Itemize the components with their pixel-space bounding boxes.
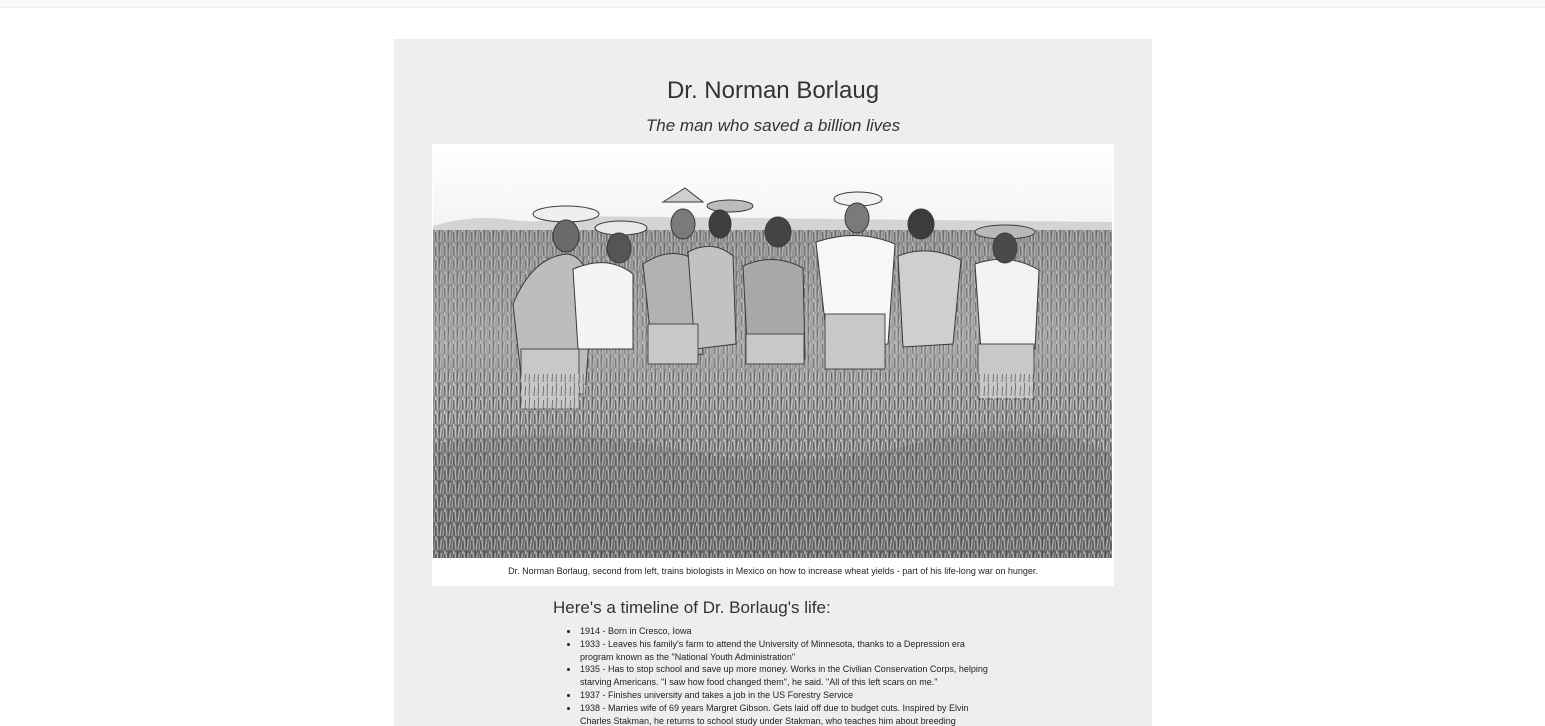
figure-caption: Dr. Norman Borlaug, second from left, tr…	[508, 566, 1038, 576]
timeline-item: 1938 - Marries wife of 69 years Margret …	[553, 702, 993, 726]
main-card: Dr. Norman Borlaug The man who saved a b…	[394, 39, 1152, 726]
timeline-item: 1933 - Leaves his family's farm to atten…	[553, 638, 993, 664]
top-bar	[0, 0, 1545, 8]
timeline-section: Here's a timeline of Dr. Borlaug's life:…	[553, 598, 993, 726]
page-title: Dr. Norman Borlaug	[666, 77, 880, 104]
figure: Dr. Norman Borlaug, second from left, tr…	[432, 144, 1114, 586]
page-subtitle: The man who saved a billion lives	[645, 116, 901, 135]
timeline-item: 1914 - Born in Cresco, Iowa	[553, 625, 993, 638]
timeline-list: 1914 - Born in Cresco, Iowa 1933 - Leave…	[553, 625, 993, 726]
timeline-item: 1935 - Has to stop school and save up mo…	[553, 663, 993, 689]
timeline-item: 1937 - Finishes university and takes a j…	[553, 689, 993, 702]
timeline-heading: Here's a timeline of Dr. Borlaug's life:	[553, 598, 831, 617]
borlaug-wheat-field-photo	[433, 144, 1112, 558]
